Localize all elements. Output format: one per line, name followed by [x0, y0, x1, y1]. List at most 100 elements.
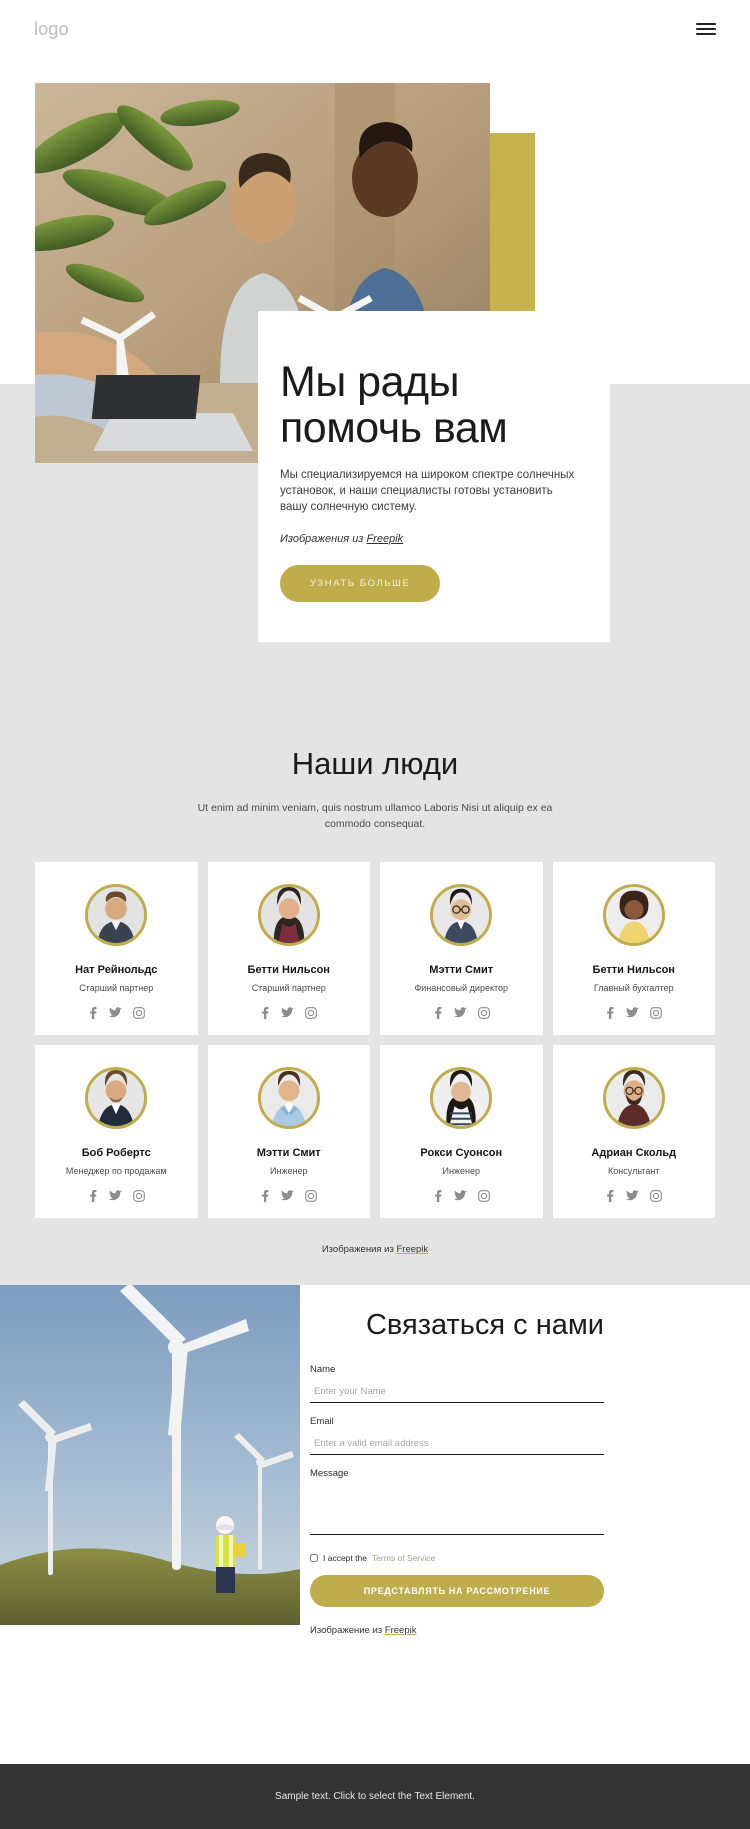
contact-form: Связаться с нами Name Email Message I ac… — [300, 1285, 750, 1636]
member-name: Рокси Суонсон — [420, 1147, 503, 1159]
avatar — [257, 884, 320, 946]
team-grid: Нат Рейнольдс Старший партнер Бетти Ниль… — [35, 862, 715, 1218]
avatar — [85, 884, 148, 946]
member-name: Мэтти Смит — [429, 964, 494, 976]
team-member-card[interactable]: Нат Рейнольдс Старший партнер — [35, 862, 198, 1035]
instagram-icon[interactable] — [650, 1190, 663, 1202]
message-input[interactable] — [310, 1485, 604, 1535]
avatar — [602, 1067, 665, 1129]
facebook-icon[interactable] — [605, 1190, 615, 1202]
instagram-icon[interactable] — [305, 1007, 318, 1019]
terms-of-service-link[interactable]: Terms of Service — [372, 1553, 435, 1563]
avatar — [85, 1067, 148, 1129]
member-role: Главный бухгалтер — [593, 983, 674, 993]
member-role: Финансовый директор — [414, 983, 509, 993]
member-name: Бетти Нильсон — [247, 964, 330, 976]
team-subtitle: Ut enim ad minim veniam, quis nostrum ul… — [197, 802, 553, 830]
freepik-link[interactable]: Freepik — [366, 533, 403, 545]
email-input[interactable] — [310, 1437, 604, 1455]
email-label: Email — [310, 1416, 334, 1427]
hamburger-menu-icon[interactable] — [696, 23, 716, 35]
facebook-icon[interactable] — [260, 1007, 270, 1019]
instagram-icon[interactable] — [132, 1190, 145, 1202]
instagram-icon[interactable] — [477, 1007, 490, 1019]
twitter-icon[interactable] — [108, 1007, 122, 1019]
learn-more-button[interactable]: УЗНАТЬ БОЛЬШЕ — [280, 565, 441, 602]
email-field-group: Email — [310, 1416, 604, 1455]
hero-text-card: Мы рады помочь вам Мы специализируемся н… — [258, 311, 610, 642]
member-role: Инженер — [270, 1166, 308, 1176]
twitter-icon[interactable] — [281, 1190, 295, 1202]
member-socials — [559, 1190, 710, 1202]
message-label: Message — [310, 1468, 349, 1479]
twitter-icon[interactable] — [108, 1190, 122, 1202]
member-name: Бетти Нильсон — [592, 964, 675, 976]
member-name: Адриан Скольд — [591, 1147, 677, 1159]
accept-terms-checkbox[interactable] — [310, 1554, 318, 1562]
freepik-link[interactable]: Freepik — [396, 1244, 428, 1255]
contact-heading: Связаться с нами — [365, 1309, 604, 1341]
contact-credit-prefix: Изображение из — [310, 1625, 385, 1636]
accept-terms-label: I accept the — [323, 1553, 367, 1563]
team-member-card[interactable]: Бетти Нильсон Главный бухгалтер — [552, 862, 715, 1035]
burger-bar — [696, 33, 716, 35]
submit-button[interactable]: ПРЕДСТАВЛЯТЬ НА РАССМОТРЕНИЕ — [310, 1575, 604, 1607]
member-socials — [559, 1007, 710, 1019]
twitter-icon[interactable] — [453, 1007, 467, 1019]
logo[interactable]: logo — [34, 19, 69, 40]
avatar-image — [88, 887, 145, 943]
member-role: Консультант — [608, 1166, 660, 1176]
facebook-icon[interactable] — [605, 1007, 615, 1019]
twitter-icon[interactable] — [626, 1007, 640, 1019]
contact-photo-image — [0, 1285, 300, 1625]
facebook-icon[interactable] — [88, 1190, 98, 1202]
accept-terms-row: I accept the Terms of Service — [310, 1553, 604, 1563]
page-title: Мы рады помочь вам — [280, 359, 585, 451]
facebook-icon[interactable] — [433, 1007, 443, 1019]
instagram-icon[interactable] — [650, 1007, 663, 1019]
contact-photo — [0, 1285, 300, 1625]
member-role: Старший партнер — [79, 983, 154, 993]
facebook-icon[interactable] — [260, 1190, 270, 1202]
facebook-icon[interactable] — [433, 1190, 443, 1202]
instagram-icon[interactable] — [305, 1190, 318, 1202]
member-role: Менеджер по продажам — [65, 1166, 167, 1176]
team-member-card[interactable]: Рокси Суонсон Инженер — [380, 1045, 543, 1218]
twitter-icon[interactable] — [453, 1190, 467, 1202]
member-socials — [214, 1007, 365, 1019]
member-socials — [41, 1007, 192, 1019]
avatar-image — [433, 887, 490, 943]
team-heading: Наши люди — [291, 746, 459, 781]
member-socials — [386, 1007, 537, 1019]
team-image-credit: Изображения из Freepik — [0, 1244, 750, 1255]
twitter-icon[interactable] — [626, 1190, 640, 1202]
team-member-card[interactable]: Боб Робертс Менеджер по продажам — [35, 1045, 198, 1218]
team-member-card[interactable]: Бетти Нильсон Старший партнер — [207, 862, 370, 1035]
instagram-icon[interactable] — [477, 1190, 490, 1202]
burger-bar — [696, 23, 716, 25]
footer-text[interactable]: Sample text. Click to select the Text El… — [275, 1791, 475, 1802]
team-member-card[interactable]: Адриан Скольд Консультант — [552, 1045, 715, 1218]
member-socials — [41, 1190, 192, 1202]
team-member-card[interactable]: Мэтти Смит Финансовый директор — [380, 862, 543, 1035]
twitter-icon[interactable] — [281, 1007, 295, 1019]
avatar-image — [88, 1070, 145, 1126]
freepik-link[interactable]: Freepik — [385, 1625, 417, 1636]
member-socials — [214, 1190, 365, 1202]
hero-credit-prefix: Изображения из — [280, 533, 367, 545]
avatar-image — [605, 887, 662, 943]
avatar — [602, 884, 665, 946]
team-member-card[interactable]: Мэтти Смит Инженер — [207, 1045, 370, 1218]
avatar-image — [260, 1070, 317, 1126]
instagram-icon[interactable] — [132, 1007, 145, 1019]
member-role: Старший партнер — [251, 983, 326, 993]
member-role: Инженер — [442, 1166, 480, 1176]
member-name: Боб Робертс — [81, 1147, 151, 1159]
team-credit-prefix: Изображения из — [321, 1244, 397, 1255]
facebook-icon[interactable] — [88, 1007, 98, 1019]
name-input[interactable] — [310, 1385, 604, 1403]
site-footer: Sample text. Click to select the Text El… — [0, 1764, 750, 1829]
avatar-image — [605, 1070, 662, 1126]
message-field-group: Message — [310, 1468, 604, 1540]
contact-image-credit: Изображение из Freepik — [310, 1625, 604, 1636]
